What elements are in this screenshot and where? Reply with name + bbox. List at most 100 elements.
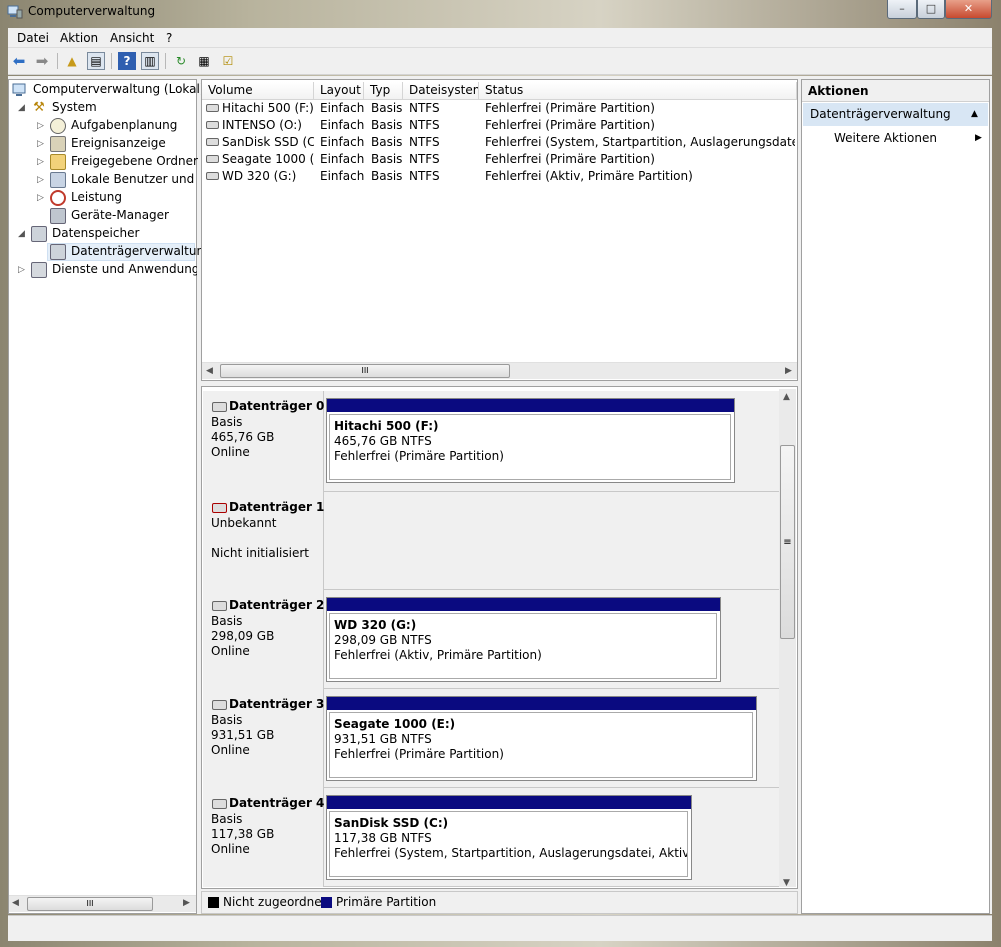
toolbar-separator xyxy=(111,53,112,69)
disk-size: 931,51 GB xyxy=(211,728,275,742)
storage-icon xyxy=(31,226,47,242)
table-cell: Basis xyxy=(371,101,403,115)
volume-cell[interactable]: Seagate 1000 (E:) xyxy=(222,151,314,168)
volume-cell[interactable]: Hitachi 500 (F:) xyxy=(222,100,314,117)
collapsed-arrow-icon[interactable]: ▷ xyxy=(37,194,45,203)
table-cell: NTFS xyxy=(409,101,440,115)
scroll-left-icon[interactable]: ◀ xyxy=(206,366,213,376)
tree-geraete-manager[interactable]: Geräte-Manager xyxy=(71,206,169,224)
column-header-volume[interactable]: Volume xyxy=(202,82,314,100)
menu-aktion[interactable]: Aktion xyxy=(60,31,98,45)
table-cell: Einfach xyxy=(320,135,365,149)
scroll-left-icon[interactable]: ◀ xyxy=(12,898,19,908)
volume-cell[interactable]: WD 320 (G:) xyxy=(222,168,314,185)
table-cell: Fehlerfrei (System, Startpartition, Ausl… xyxy=(485,135,795,149)
tools-icon: ⚒ xyxy=(33,100,45,115)
show-tree-icon[interactable]: ▤ xyxy=(87,52,105,70)
disk-icon xyxy=(212,799,227,809)
table-cell: Einfach xyxy=(320,152,365,166)
partition-status: Fehlerfrei (Primäre Partition) xyxy=(334,449,504,463)
event-viewer-icon xyxy=(50,136,66,152)
scroll-right-icon[interactable]: ▶ xyxy=(785,366,792,376)
column-header-layout[interactable]: Layout xyxy=(314,82,364,100)
drive-icon xyxy=(206,172,219,180)
tree-hscroll-thumb[interactable]: III xyxy=(27,897,153,911)
tree-datenspeicher[interactable]: Datenspeicher xyxy=(52,224,139,242)
tree-dienste-anwendungen[interactable]: Dienste und Anwendungen xyxy=(52,260,197,278)
tree-root[interactable]: Computerverwaltung (Lokal) xyxy=(33,80,205,98)
scroll-down-icon[interactable]: ▼ xyxy=(783,878,790,888)
collapsed-arrow-icon[interactable]: ▷ xyxy=(37,122,45,131)
legend-swatch-primary xyxy=(321,897,332,908)
table-cell: Basis xyxy=(371,169,403,183)
close-button[interactable]: ✕ xyxy=(945,0,992,19)
collapsed-arrow-icon[interactable]: ▷ xyxy=(18,266,26,275)
table-cell: Fehlerfrei (Primäre Partition) xyxy=(485,118,655,132)
tree-lokale-benutzer[interactable]: Lokale Benutzer und Gr xyxy=(71,170,197,188)
partition-details: Seagate 1000 (E:) 931,51 GB NTFS Fehlerfre… xyxy=(329,712,753,778)
partition-type-bar xyxy=(327,598,720,611)
disk-name: Datenträger 3 xyxy=(229,697,325,711)
scroll-right-icon[interactable]: ▶ xyxy=(183,898,190,908)
expanded-arrow-icon[interactable]: ◢ xyxy=(18,104,26,113)
clock-icon xyxy=(50,118,66,134)
menu-help[interactable]: ? xyxy=(166,31,172,45)
volume-cell[interactable]: SanDisk SSD (C:) xyxy=(222,134,314,151)
tree-ereignisanzeige[interactable]: Ereignisanzeige xyxy=(71,134,166,152)
refresh-icon[interactable]: ↻ xyxy=(172,52,190,70)
show-action-pane-icon[interactable]: ▥ xyxy=(141,52,159,70)
forward-arrow-icon[interactable]: ➡ xyxy=(33,52,51,70)
checklist-icon[interactable]: ☑ xyxy=(219,52,237,70)
partition-type-bar xyxy=(327,697,756,710)
list-hscroll-thumb[interactable]: III xyxy=(220,364,510,378)
scroll-up-icon[interactable]: ▲ xyxy=(783,392,790,402)
menu-datei[interactable]: Datei xyxy=(17,31,49,45)
table-cell: NTFS xyxy=(409,118,440,132)
menu-bar xyxy=(8,28,992,48)
actions-section-datentraegerverwaltung[interactable]: Datenträgerverwaltung xyxy=(803,103,988,126)
disk-state: Online xyxy=(211,445,250,459)
disk-name: Datenträger 0 xyxy=(229,399,325,413)
column-header-status[interactable]: Status xyxy=(479,82,797,100)
tree-datentraegerverwaltung[interactable]: Datenträgerverwaltung xyxy=(71,242,212,260)
device-manager-icon xyxy=(50,208,66,224)
table-cell: NTFS xyxy=(409,135,440,149)
users-icon xyxy=(50,172,66,188)
disk-type: Basis xyxy=(211,415,243,429)
collapse-up-icon[interactable]: ▲ xyxy=(971,109,978,119)
tree-aufgabenplanung[interactable]: Aufgabenplanung xyxy=(71,116,177,134)
partition-label: SanDisk SSD (C:) xyxy=(334,816,449,830)
table-cell: NTFS xyxy=(409,169,440,183)
table-cell: Einfach xyxy=(320,118,365,132)
properties-icon[interactable]: ▦ xyxy=(195,52,213,70)
disk-management-icon xyxy=(50,244,66,260)
table-cell: NTFS xyxy=(409,152,440,166)
tree-leistung[interactable]: Leistung xyxy=(71,188,122,206)
tree-freigegebene-ordner[interactable]: Freigegebene Ordner xyxy=(71,152,198,170)
column-header-dateisystem[interactable]: Dateisystem xyxy=(403,82,479,100)
collapsed-arrow-icon[interactable]: ▷ xyxy=(37,140,45,149)
partition-details: WD 320 (G:) 298,09 GB NTFS Fehlerfrei (Akt… xyxy=(329,613,717,679)
disk-size: 298,09 GB xyxy=(211,629,275,643)
collapsed-arrow-icon[interactable]: ▷ xyxy=(37,176,45,185)
maximize-button[interactable]: □ xyxy=(917,0,945,19)
menu-ansicht[interactable]: Ansicht xyxy=(110,31,154,45)
up-folder-icon[interactable]: ▲ xyxy=(63,52,81,70)
action-weitere-aktionen[interactable]: Weitere Aktionen xyxy=(834,131,937,145)
minimize-button[interactable]: – xyxy=(887,0,917,19)
help-icon[interactable]: ? xyxy=(118,52,136,70)
computer-management-icon xyxy=(7,4,23,20)
expanded-arrow-icon[interactable]: ◢ xyxy=(18,230,26,239)
disk-type: Unbekannt xyxy=(211,516,277,530)
actions-section-label: Datenträgerverwaltung xyxy=(810,107,951,121)
disk-type: Basis xyxy=(211,614,243,628)
tree-system[interactable]: System xyxy=(52,98,97,116)
table-cell: Fehlerfrei (Primäre Partition) xyxy=(485,101,655,115)
collapsed-arrow-icon[interactable]: ▷ xyxy=(37,158,45,167)
back-arrow-icon[interactable]: ⬅ xyxy=(10,52,28,70)
partition-type-bar xyxy=(327,399,734,412)
column-header-typ[interactable]: Typ xyxy=(364,82,403,100)
disk-state: Online xyxy=(211,743,250,757)
graph-vscroll-thumb[interactable]: ≡ xyxy=(780,445,795,639)
volume-cell[interactable]: INTENSO (O:) xyxy=(222,117,314,134)
